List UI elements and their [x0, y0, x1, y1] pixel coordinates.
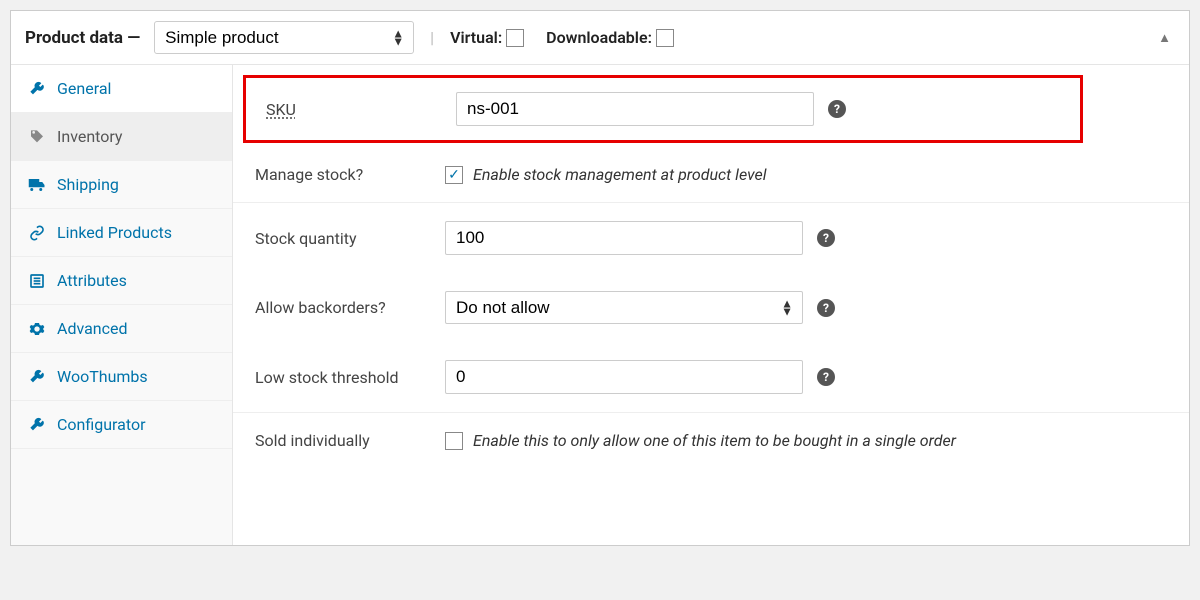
- sold-individually-row: Sold individually Enable this to only al…: [233, 413, 1189, 468]
- downloadable-label: Downloadable:: [546, 28, 652, 47]
- backorders-row: Allow backorders? Do not allow ▲▼ ?: [233, 273, 1189, 342]
- wrench-icon: [27, 369, 47, 385]
- sidebar-item-inventory[interactable]: Inventory: [11, 113, 232, 161]
- sidebar-item-label: Linked Products: [57, 223, 172, 242]
- sidebar-item-attributes[interactable]: Attributes: [11, 257, 232, 305]
- product-data-panel: Product data — Simple product ▲▼ | Virtu…: [10, 10, 1190, 546]
- truck-icon: [27, 178, 47, 192]
- gear-icon: [27, 321, 47, 337]
- manage-stock-note: Enable stock management at product level: [473, 165, 767, 184]
- sidebar-item-configurator[interactable]: Configurator: [11, 401, 232, 449]
- manage-stock-row: Manage stock? ✓ Enable stock management …: [233, 147, 1189, 203]
- help-icon[interactable]: ?: [817, 299, 835, 317]
- panel-header: Product data — Simple product ▲▼ | Virtu…: [11, 11, 1189, 65]
- help-icon[interactable]: ?: [817, 229, 835, 247]
- sidebar-item-label: Advanced: [57, 319, 128, 338]
- sidebar-item-label: Configurator: [57, 415, 145, 434]
- sku-label: SKU: [266, 100, 456, 119]
- low-stock-input[interactable]: [445, 360, 803, 394]
- manage-stock-checkbox[interactable]: ✓: [445, 166, 463, 184]
- sidebar-item-linked-products[interactable]: Linked Products: [11, 209, 232, 257]
- content-area: SKU ? Manage stock? ✓ Enable stock manag…: [233, 65, 1189, 545]
- sidebar-item-woothumbs[interactable]: WooThumbs: [11, 353, 232, 401]
- sidebar-item-label: Attributes: [57, 271, 127, 290]
- backorders-label: Allow backorders?: [255, 298, 445, 317]
- sidebar-item-label: General: [57, 79, 111, 98]
- sidebar-item-general[interactable]: General: [11, 65, 232, 113]
- list-icon: [27, 273, 47, 289]
- panel-title: Product data —: [25, 28, 140, 48]
- help-icon[interactable]: ?: [817, 368, 835, 386]
- wrench-icon: [27, 81, 47, 97]
- sidebar: General Inventory Shipping Linked Produc…: [11, 65, 233, 545]
- low-stock-label: Low stock threshold: [255, 368, 445, 387]
- sidebar-item-advanced[interactable]: Advanced: [11, 305, 232, 353]
- manage-stock-label: Manage stock?: [255, 165, 445, 184]
- sidebar-item-label: Shipping: [57, 175, 119, 194]
- backorders-select[interactable]: Do not allow: [445, 291, 803, 324]
- virtual-checkbox[interactable]: [506, 29, 524, 47]
- low-stock-row: Low stock threshold ?: [233, 342, 1189, 413]
- product-type-select[interactable]: Simple product: [154, 21, 414, 54]
- sold-individually-note: Enable this to only allow one of this it…: [473, 431, 956, 450]
- wrench-icon: [27, 417, 47, 433]
- link-icon: [27, 225, 47, 241]
- stock-quantity-row: Stock quantity ?: [233, 203, 1189, 273]
- tag-icon: [27, 129, 47, 145]
- sidebar-item-shipping[interactable]: Shipping: [11, 161, 232, 209]
- stock-quantity-input[interactable]: [445, 221, 803, 255]
- stock-quantity-label: Stock quantity: [255, 229, 445, 248]
- help-icon[interactable]: ?: [828, 100, 846, 118]
- sidebar-item-label: Inventory: [57, 127, 123, 146]
- collapse-icon[interactable]: ▲: [1158, 30, 1171, 46]
- virtual-label: Virtual:: [450, 28, 502, 47]
- sku-highlight-box: SKU ?: [243, 75, 1083, 143]
- downloadable-checkbox[interactable]: [656, 29, 674, 47]
- sidebar-item-label: WooThumbs: [57, 367, 148, 386]
- separator: |: [430, 28, 434, 47]
- sold-individually-checkbox[interactable]: [445, 432, 463, 450]
- sku-input[interactable]: [456, 92, 814, 126]
- sold-individually-label: Sold individually: [255, 431, 445, 450]
